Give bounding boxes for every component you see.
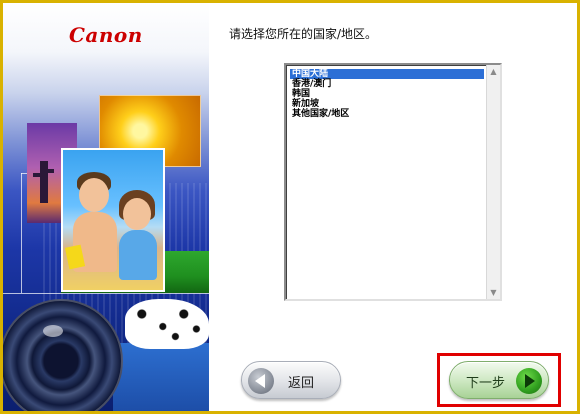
decorative-banner-panel: Canon — [3, 3, 209, 411]
canon-logo: Canon — [69, 23, 143, 47]
country-list: 中国大陆 香港/澳门 韩国 新加坡 其他国家/地区 — [290, 69, 484, 119]
dalmatian-photo — [125, 299, 209, 349]
back-button[interactable]: 返回 — [241, 361, 341, 399]
list-item-hongkong-macau[interactable]: 香港/澳门 — [290, 79, 484, 89]
child-face — [123, 198, 151, 230]
country-listbox[interactable]: 中国大陆 香港/澳门 韩国 新加坡 其他国家/地区 ▲ ▼ — [284, 63, 502, 301]
children-photo — [61, 148, 165, 292]
list-item-singapore[interactable]: 新加坡 — [290, 99, 484, 109]
scroll-down-arrow-icon[interactable]: ▼ — [487, 286, 500, 299]
child-face — [79, 178, 109, 212]
lens-highlight — [43, 325, 63, 337]
country-prompt: 请选择您所在的国家/地区。 — [229, 27, 378, 41]
left-arrow-icon — [248, 368, 274, 394]
cactus-silhouette — [33, 161, 54, 203]
next-button[interactable]: 下一步 — [449, 361, 549, 399]
next-button-label: 下一步 — [466, 376, 506, 391]
list-item-korea[interactable]: 韩国 — [290, 89, 484, 99]
decorative-line — [21, 173, 22, 293]
water-photo — [113, 343, 209, 411]
list-item-mainland-china[interactable]: 中国大陆 — [290, 69, 484, 79]
back-button-label: 返回 — [288, 376, 315, 391]
right-arrow-icon — [516, 368, 542, 394]
installer-window: Canon 请选择您所在的国家/地区。 中国大陆 香港/澳门 韩国 新加坡 其他… — [0, 0, 580, 414]
child-figure — [119, 230, 157, 280]
list-item-other-regions[interactable]: 其他国家/地区 — [290, 109, 484, 119]
listbox-scrollbar[interactable]: ▲ ▼ — [486, 65, 500, 299]
scroll-up-arrow-icon[interactable]: ▲ — [487, 65, 500, 78]
